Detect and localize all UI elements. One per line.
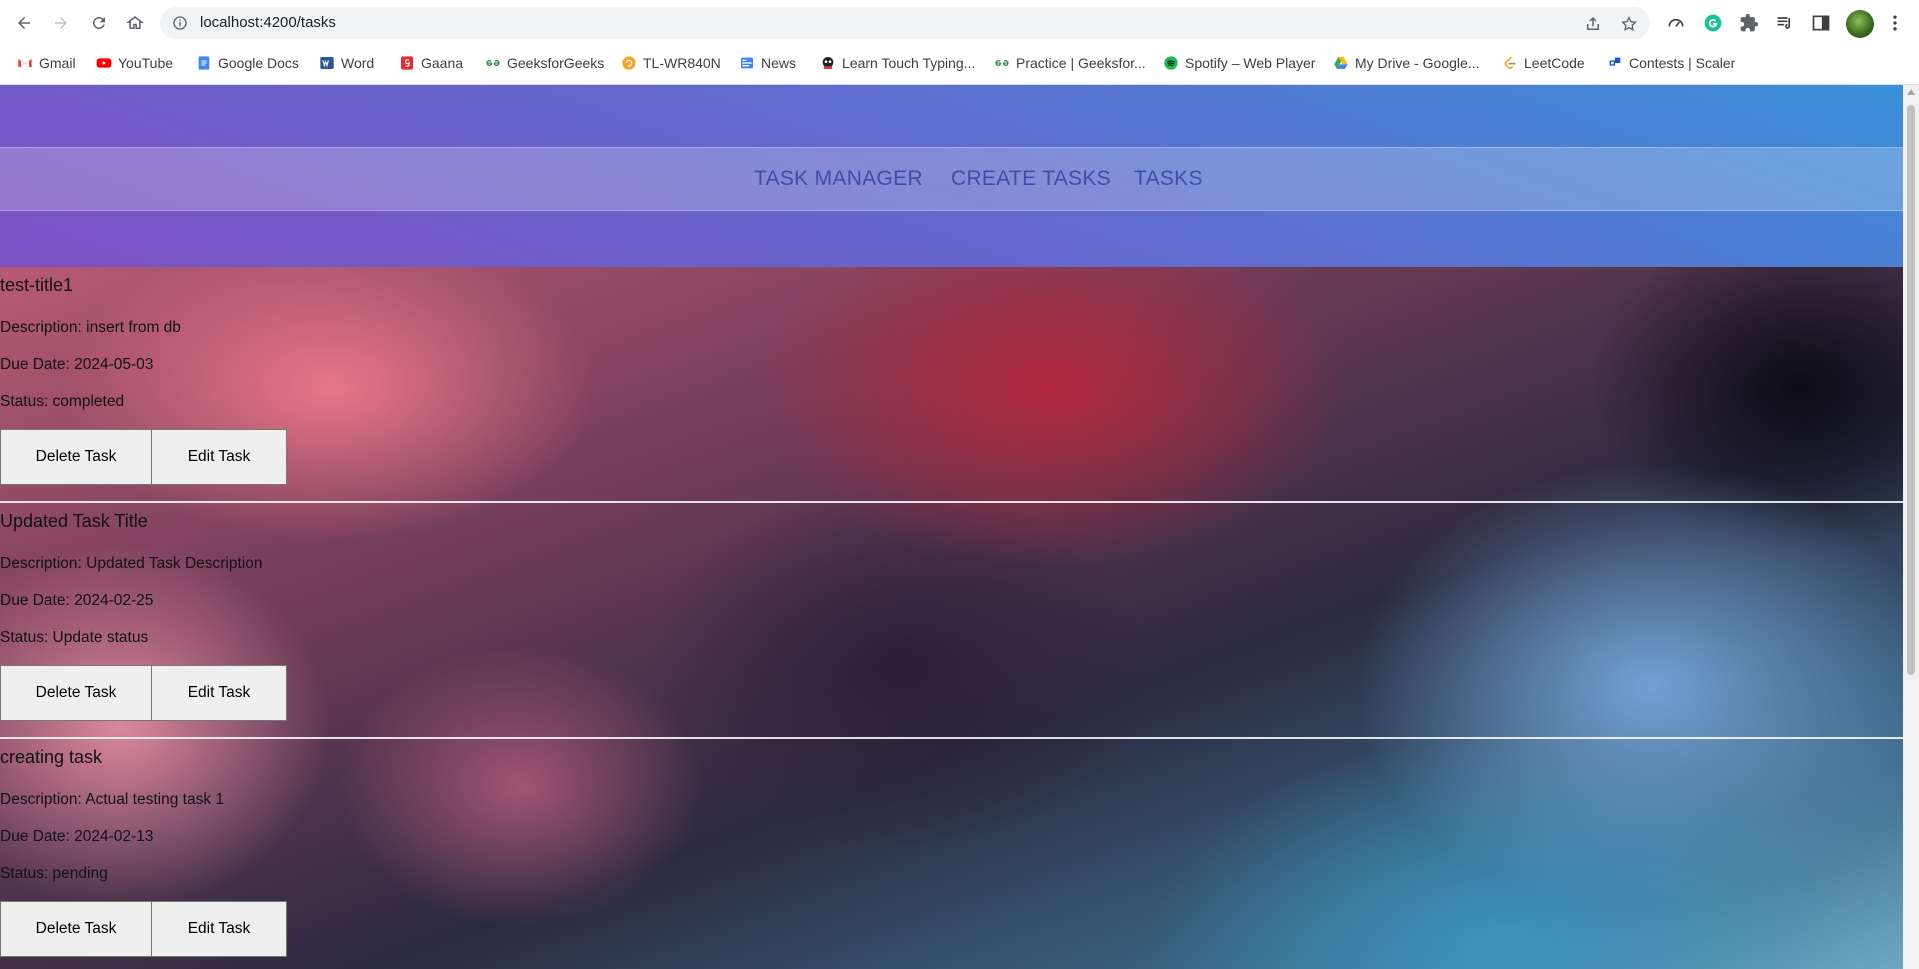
word-icon xyxy=(319,55,335,71)
bookmark-geeksforgeeks[interactable]: GeeksforGeeks xyxy=(485,46,604,80)
delete-task-button[interactable]: Delete Task xyxy=(0,429,152,485)
scroll-up-arrow-icon[interactable] xyxy=(1907,89,1915,95)
bookmark-label: LeetCode xyxy=(1524,55,1585,71)
address-bar[interactable]: localhost:4200/tasks xyxy=(160,7,1650,39)
delete-task-button[interactable]: Delete Task xyxy=(0,665,152,721)
bookmark-word[interactable]: Word xyxy=(319,46,374,80)
media-control-icon[interactable] xyxy=(1774,12,1796,34)
bookmark-label: News xyxy=(761,55,797,71)
nav-tasks[interactable]: TASKS xyxy=(1134,148,1203,210)
bookmark-gaana[interactable]: Gaana xyxy=(399,46,463,80)
bookmark-label: Learn Touch Typing... xyxy=(842,55,976,71)
scaler-icon xyxy=(1607,55,1623,71)
geeksforgeeks-icon xyxy=(485,55,501,71)
page-viewport: TASK MANAGER CREATE TASKS TASKS test-tit… xyxy=(0,85,1903,969)
navbar: TASK MANAGER CREATE TASKS TASKS xyxy=(0,147,1903,211)
task-due-date: Due Date: 2024-02-13 xyxy=(0,828,154,845)
nav-task-manager[interactable]: TASK MANAGER xyxy=(754,148,923,210)
google-docs-icon xyxy=(196,55,212,71)
side-panel-icon[interactable] xyxy=(1810,12,1832,34)
arrow-left-icon xyxy=(18,17,30,29)
bookmark-typing[interactable]: Learn Touch Typing... xyxy=(820,46,975,80)
speed-dial-icon[interactable] xyxy=(1665,12,1687,34)
reload-icon xyxy=(92,16,105,29)
task-title: creating task xyxy=(0,747,103,767)
page-header: TASK MANAGER CREATE TASKS TASKS xyxy=(0,85,1903,267)
bookmark-label: My Drive - Google... xyxy=(1355,55,1480,71)
bookmark-gmail[interactable]: Gmail xyxy=(17,46,76,80)
bookmark-label: GeeksforGeeks xyxy=(507,55,605,71)
bookmark-label: Gmail xyxy=(39,55,76,71)
grammarly-icon[interactable] xyxy=(1702,12,1724,34)
bookmark-tl-wr840n[interactable]: TL-WR840N xyxy=(621,46,721,80)
youtube-icon xyxy=(96,55,112,71)
bookmark-leetcode[interactable]: LeetCode xyxy=(1502,46,1585,80)
forward-button[interactable] xyxy=(48,10,74,36)
extensions-icon[interactable] xyxy=(1738,12,1760,34)
bookmark-spotify[interactable]: Spotify – Web Player xyxy=(1163,46,1315,80)
task-title: test-title1 xyxy=(0,275,74,295)
task-description: Description: Updated Task Description xyxy=(0,555,263,572)
bookmark-label: TL-WR840N xyxy=(643,55,721,71)
bookmark-label: Gaana xyxy=(421,55,464,71)
gaana-icon xyxy=(399,55,415,71)
home-button[interactable] xyxy=(122,10,148,36)
typing-icon xyxy=(820,55,836,71)
google-news-icon xyxy=(739,55,755,71)
task-description: Description: Actual testing task 1 xyxy=(0,791,225,808)
share-icon[interactable] xyxy=(1584,15,1602,33)
task-item: Updated Task Title Description: Updated … xyxy=(0,503,1903,739)
bookmark-practice-gfg[interactable]: Practice | Geeksfor... xyxy=(994,46,1146,80)
back-button[interactable] xyxy=(11,10,37,36)
url-text: localhost:4200/tasks xyxy=(200,14,336,31)
bookmark-label: YouTube xyxy=(118,55,174,71)
home-icon xyxy=(126,16,144,29)
google-drive-icon xyxy=(1333,55,1349,71)
task-status: Status: completed xyxy=(0,393,125,410)
menu-kebab-icon[interactable] xyxy=(1884,12,1906,34)
bookmark-label: Google Docs xyxy=(218,55,299,71)
edit-task-button[interactable]: Edit Task xyxy=(151,429,287,485)
leetcode-icon xyxy=(1502,55,1518,71)
bookmark-scaler[interactable]: Contests | Scaler xyxy=(1607,46,1735,80)
bookmark-label: Contests | Scaler xyxy=(1629,55,1736,71)
browser-toolbar: localhost:4200/tasks xyxy=(0,0,1919,46)
task-title: Updated Task Title xyxy=(0,511,148,531)
delete-task-button[interactable]: Delete Task xyxy=(0,901,152,957)
bookmark-news[interactable]: News xyxy=(739,46,796,80)
bookmark-label: Practice | Geeksfor... xyxy=(1016,55,1146,71)
tplink-icon xyxy=(621,55,637,71)
geeksforgeeks-icon xyxy=(994,55,1010,71)
star-icon[interactable] xyxy=(1620,15,1638,33)
task-description: Description: insert from db xyxy=(0,319,181,336)
task-list: test-title1 Description: insert from db … xyxy=(0,267,1903,969)
task-due-date: Due Date: 2024-02-25 xyxy=(0,592,154,609)
nav-create-tasks[interactable]: CREATE TASKS xyxy=(951,148,1111,210)
edit-task-button[interactable]: Edit Task xyxy=(151,665,287,721)
bookmark-label: Word xyxy=(341,55,375,71)
arrow-right-icon xyxy=(55,17,67,29)
spotify-icon xyxy=(1163,55,1179,71)
reload-button[interactable] xyxy=(86,10,112,36)
page-scrollbar[interactable] xyxy=(1903,85,1919,969)
bookmark-google-docs[interactable]: Google Docs xyxy=(196,46,299,80)
profile-avatar[interactable] xyxy=(1846,10,1874,38)
bookmark-google-drive[interactable]: My Drive - Google... xyxy=(1333,46,1479,80)
task-status: Status: pending xyxy=(0,865,108,882)
edit-task-button[interactable]: Edit Task xyxy=(151,901,287,957)
task-status: Status: Update status xyxy=(0,629,149,646)
task-due-date: Due Date: 2024-05-03 xyxy=(0,356,154,373)
bookmark-label: Spotify – Web Player xyxy=(1185,55,1316,71)
scrollbar-thumb[interactable] xyxy=(1907,105,1915,675)
info-icon[interactable] xyxy=(172,15,188,31)
bookmarks-bar: Gmail YouTube Google Docs Word Gaana Gee… xyxy=(0,46,1919,85)
gmail-icon xyxy=(17,55,33,71)
task-item: creating task Description: Actual testin… xyxy=(0,739,1903,969)
task-item: test-title1 Description: insert from db … xyxy=(0,267,1903,503)
bookmark-youtube[interactable]: YouTube xyxy=(96,46,173,80)
